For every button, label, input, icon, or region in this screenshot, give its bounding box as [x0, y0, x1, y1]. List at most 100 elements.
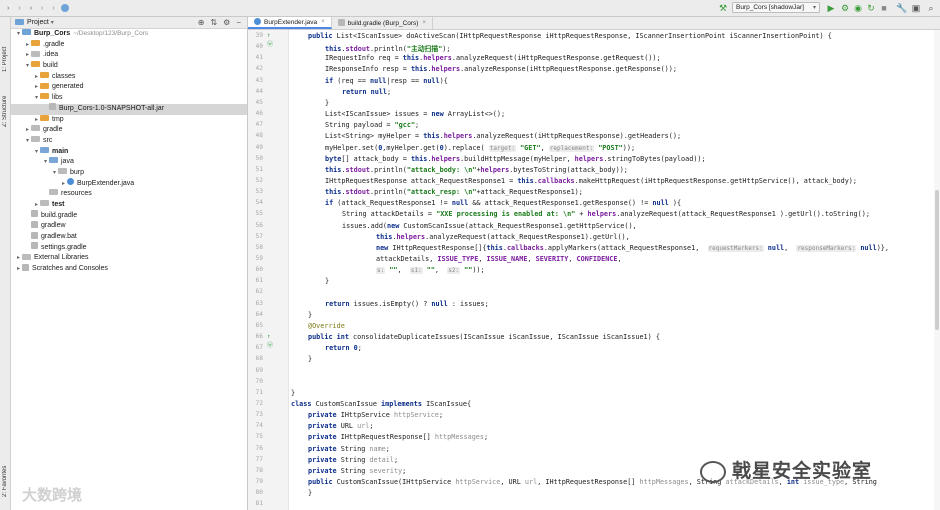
locate-icon[interactable]: ⊕ — [198, 18, 205, 27]
chevron-right-icon[interactable]: ▸ — [33, 82, 40, 93]
code-line: List<IScanIssue> issues = new ArrayList<… — [325, 110, 505, 118]
watermark-left: 大数跨境 — [22, 484, 82, 505]
code-view[interactable]: public List<IScanIssue> doActiveScan(IHt… — [289, 30, 940, 510]
editor-gutter: 39 ↑ ⓦ 40 41 42 43 44 45 46 47 48 49 50 51 52 53 54 55 56 5… — [248, 30, 289, 510]
favorites-tool-tab[interactable]: 2: Favorites — [0, 457, 10, 505]
stop-icon[interactable]: ■ — [879, 3, 889, 13]
tree-item[interactable]: ▾ main — [11, 146, 247, 158]
profile-icon[interactable]: ↻ — [866, 3, 876, 13]
code-token: s2: — [447, 267, 461, 275]
line-number: 50 — [255, 154, 263, 162]
close-icon[interactable]: × — [321, 19, 325, 25]
tree-item[interactable]: gradlew.bat — [11, 231, 247, 243]
breadcrumb-item[interactable] — [57, 0, 74, 16]
chevron-down-icon[interactable]: ▾ — [42, 157, 49, 168]
chevron-down-icon[interactable]: ▾ — [15, 29, 22, 40]
tree-item[interactable]: ▸ External Libraries — [11, 253, 247, 264]
coverage-icon[interactable]: ◉ — [853, 3, 863, 13]
tree-item[interactable]: ▾ Burp_Cors ~/Desktop/123/Burp_Cors — [11, 29, 247, 40]
tab-build-gradle[interactable]: build.gradle (Burp_Cors) × — [332, 17, 433, 29]
tree-item[interactable]: ▾ libs — [11, 93, 247, 104]
code-token: String — [340, 466, 370, 475]
folder-icon — [31, 50, 40, 57]
code-line: private IHttpRequestResponse[] httpMessa… — [308, 433, 488, 441]
code-token: null — [856, 243, 877, 252]
tree-item[interactable]: settings.gradle — [11, 242, 247, 254]
code-token: attackDetails, — [376, 255, 438, 263]
chevron-right-icon[interactable]: ▸ — [24, 40, 31, 51]
close-icon[interactable]: × — [422, 20, 426, 26]
build-hammer-icon[interactable]: ⚒ — [718, 3, 728, 13]
run-configuration-select[interactable]: Burp_Cors [shadowJar] ▾ — [732, 2, 820, 13]
project-tool-tab[interactable]: 1: Project — [0, 35, 10, 83]
chevron-right-icon: › — [29, 4, 33, 12]
tree-item[interactable]: ▸ classes — [11, 71, 247, 83]
code-token: "GET" — [516, 143, 541, 152]
tab-burpextender-java[interactable]: BurpExtender.java × — [248, 17, 332, 29]
structure-tool-tab[interactable]: Z: Structure — [0, 89, 10, 133]
tree-item[interactable]: ▸ .idea — [11, 50, 247, 61]
chevron-down-icon[interactable]: ▾ — [51, 19, 54, 26]
tree-item[interactable]: ▾ src — [11, 136, 247, 147]
tree-item[interactable]: ▸ gradle — [11, 125, 247, 136]
code-token: helpers — [587, 210, 617, 219]
override-marker-icon[interactable]: ↑ ⓦ — [267, 32, 279, 48]
tree-item[interactable]: ▸ .gradle — [11, 39, 247, 51]
line-number: 74 — [255, 422, 263, 430]
tree-item[interactable]: ▸ test — [11, 200, 247, 211]
code-token: url — [524, 478, 538, 486]
chevron-right-icon[interactable]: ▸ — [33, 200, 40, 211]
line-number: 68 — [255, 355, 263, 363]
project-panel-title[interactable]: Project — [27, 19, 49, 26]
tree-item[interactable]: gradlew — [11, 221, 247, 232]
tree-item-label: Burp_Cors-1.0-SNAPSHOT-all.jar — [59, 104, 165, 112]
tree-item[interactable]: ▾ build — [11, 61, 247, 72]
search-icon[interactable]: ⌕ — [926, 3, 936, 13]
breadcrumb-item[interactable]: › — [34, 0, 45, 16]
breadcrumb-item[interactable]: › — [0, 0, 11, 16]
run-icon[interactable]: ▶ — [826, 3, 836, 13]
chevron-right-icon[interactable]: ▸ — [24, 125, 31, 136]
override-marker-icon[interactable]: ↑ ⓦ — [267, 333, 279, 349]
tree-item[interactable]: ▾ java — [11, 157, 247, 168]
tree-item[interactable]: ▸ tmp — [11, 114, 247, 126]
chevron-right-icon[interactable]: ▸ — [24, 50, 31, 61]
settings-wrench-icon[interactable]: 🔧 — [896, 3, 907, 13]
tree-item[interactable]: build.gradle — [11, 210, 247, 222]
chevron-right-icon[interactable]: ▸ — [33, 72, 40, 83]
scrollbar-thumb[interactable] — [935, 190, 939, 330]
chevron-down-icon[interactable]: ▾ — [24, 136, 31, 147]
chevron-down-icon[interactable]: ▾ — [51, 168, 58, 179]
chevron-down-icon[interactable]: ▾ — [33, 147, 40, 158]
collapse-icon[interactable]: ⇅ — [210, 18, 217, 27]
layout-icon[interactable]: ▣ — [911, 3, 921, 13]
breadcrumb-item[interactable]: › — [11, 0, 22, 16]
gear-icon[interactable]: ⚙ — [223, 18, 230, 27]
chevron-right-icon[interactable]: ▸ — [15, 264, 22, 275]
code-line: return 0; — [325, 344, 362, 352]
tree-item-label: Scratches and Consoles — [32, 265, 108, 273]
tree-item[interactable]: Burp_Cors-1.0-SNAPSHOT-all.jar — [11, 103, 247, 115]
editor-area: BurpExtender.java × build.gradle (Burp_Cor… — [248, 17, 940, 510]
code-token: IHttpRequestResponse attack_RequestRespo… — [325, 176, 518, 185]
chevron-down-icon[interactable]: ▾ — [33, 93, 40, 104]
line-number: 47 — [255, 121, 263, 129]
code-token: myHelper.set( — [325, 143, 379, 152]
hide-icon[interactable]: − — [236, 18, 241, 27]
breadcrumb-item[interactable]: › — [23, 0, 34, 16]
chevron-right-icon[interactable]: ▸ — [33, 115, 40, 126]
tree-item[interactable]: ▸ generated — [11, 82, 247, 93]
chevron-right-icon[interactable]: ▸ — [60, 179, 67, 190]
breadcrumb-item[interactable]: › — [45, 0, 56, 16]
code-token: null — [431, 299, 448, 308]
tree-item[interactable]: resources — [11, 189, 247, 200]
tree-item-label: test — [52, 201, 65, 208]
tree-item[interactable]: ▸ Scratches and Consoles — [11, 263, 247, 275]
chevron-right-icon[interactable]: ▸ — [15, 253, 22, 264]
debug-icon[interactable]: ⚙ — [840, 3, 850, 13]
chevron-down-icon[interactable]: ▾ — [24, 61, 31, 72]
tree-item[interactable]: ▾ burp — [11, 168, 247, 179]
line-number: 59 — [255, 255, 263, 262]
editor-scrollbar[interactable] — [934, 30, 940, 510]
tree-item[interactable]: ▸ BurpExtender.java — [11, 178, 247, 190]
